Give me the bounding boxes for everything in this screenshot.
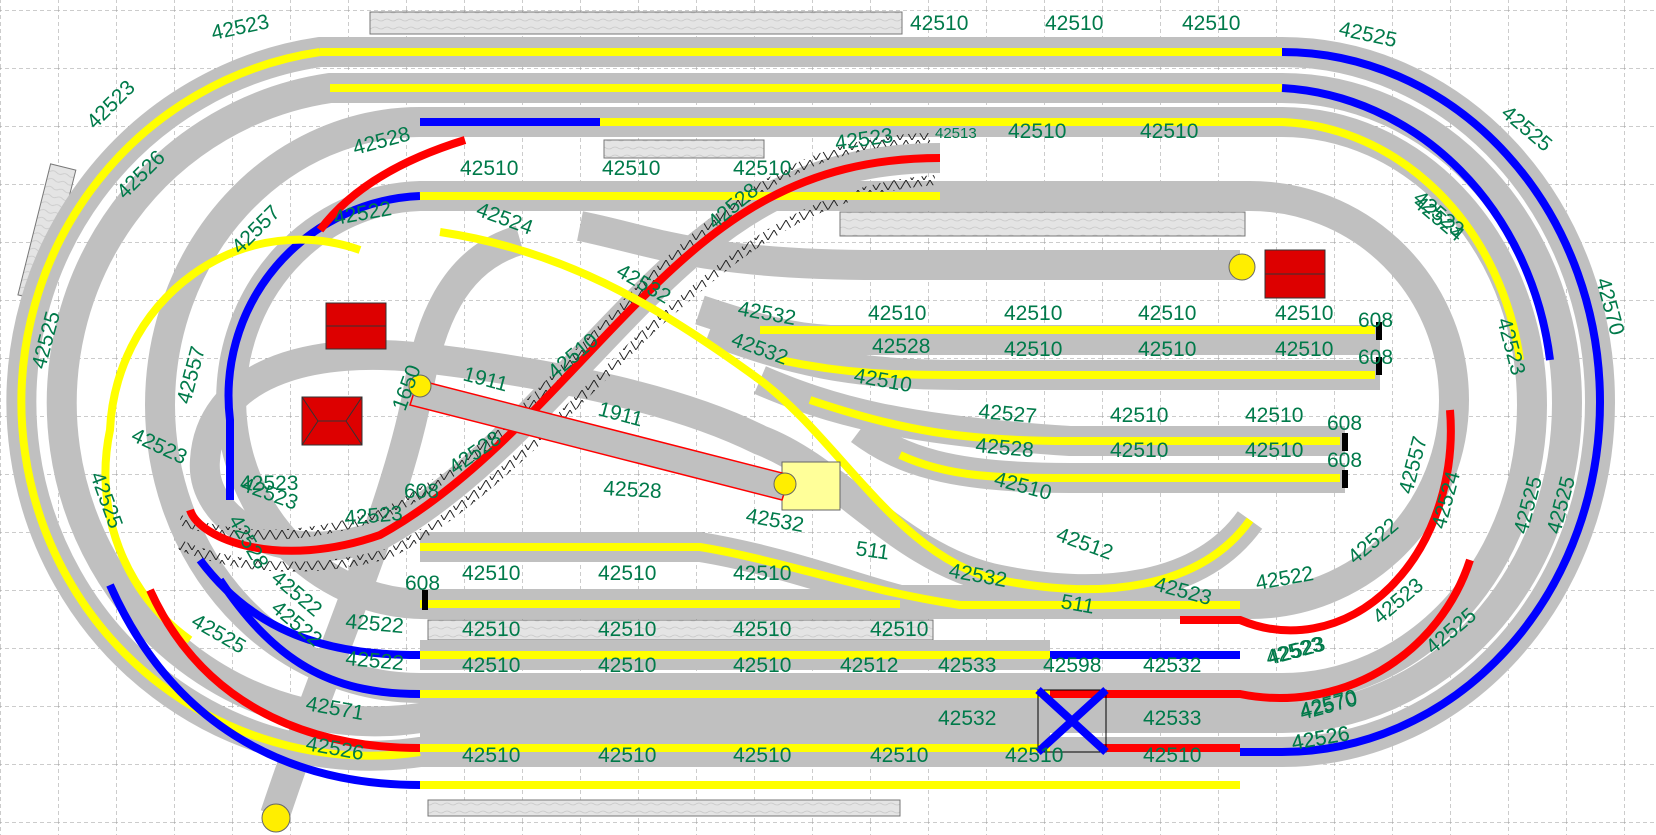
label-top-l2: 42510	[910, 12, 968, 35]
label-s1-1: 42510	[868, 302, 926, 325]
platform-bottom-3	[427, 799, 901, 817]
label-mid-6: 42510	[1140, 120, 1198, 143]
label-s3-3: 42510	[1245, 404, 1303, 427]
label-s4-4: 608	[1327, 449, 1362, 472]
label-s2-1: 42528	[872, 335, 930, 358]
label-b-21: 42512	[840, 654, 898, 677]
label-s4-3: 42510	[1245, 439, 1303, 462]
label-b-26: 42532	[938, 707, 996, 730]
buffer-turntable	[1228, 253, 1256, 281]
label-top-l4: 42510	[1182, 12, 1240, 35]
label-b-24: 42532	[1143, 654, 1201, 677]
label-s2-4: 42510	[1275, 338, 1333, 361]
label-b-19: 42510	[598, 654, 656, 677]
label-s1-4: 42510	[1275, 302, 1333, 325]
label-b-13: 42510	[733, 562, 791, 585]
platform-right-upper	[839, 211, 1246, 237]
label-s1-3: 42510	[1138, 302, 1196, 325]
platform-top	[369, 11, 903, 35]
label-b-20: 42510	[733, 654, 791, 677]
label-b-31: 42510	[733, 744, 791, 767]
label-s2-5: 608	[1358, 346, 1393, 369]
label-mid-3: 42510	[733, 157, 791, 180]
label-b-4: 511	[854, 537, 890, 564]
label-mid-2: 42510	[602, 157, 660, 180]
label-b-32: 42510	[870, 744, 928, 767]
label-b-30: 42510	[598, 744, 656, 767]
label-s3-4: 608	[1327, 412, 1362, 435]
label-b-11: 42510	[462, 562, 520, 585]
label-mid-7: 42513	[935, 125, 977, 142]
label-b-10: 608	[405, 572, 440, 595]
label-b-22: 42533	[938, 654, 996, 677]
label-b-23: 42598	[1043, 654, 1101, 677]
label-s1-2: 42510	[1004, 302, 1062, 325]
label-b-15: 42510	[598, 618, 656, 641]
platform-top-mid	[603, 139, 765, 159]
label-b-16: 42510	[733, 618, 791, 641]
label-top-l3: 42510	[1045, 12, 1103, 35]
label-mid-1: 42510	[460, 157, 518, 180]
label-bl-11: 608	[404, 480, 439, 503]
label-b-2: 42528	[603, 477, 663, 503]
label-b-33: 42510	[1005, 744, 1063, 767]
label-s3-2: 42510	[1110, 404, 1168, 427]
buffer-bottom-left	[261, 803, 291, 833]
label-b-27: 42533	[1143, 707, 1201, 730]
label-s4-2: 42510	[1110, 439, 1168, 462]
label-b-12: 42510	[598, 562, 656, 585]
label-mid-5: 42510	[1008, 120, 1066, 143]
label-s1-5: 608	[1358, 309, 1393, 332]
label-s2-2: 42510	[1004, 338, 1062, 361]
label-b-14: 42510	[462, 618, 520, 641]
label-s2-3: 42510	[1138, 338, 1196, 361]
label-b-29: 42510	[462, 744, 520, 767]
buffer-1911	[773, 472, 797, 496]
label-b-18: 42510	[462, 654, 520, 677]
label-b-34: 42510	[1143, 744, 1201, 767]
label-b-17: 42510	[870, 618, 928, 641]
track-layout-canvas: 42523 42510 42510 42510 42525 42525 4252…	[0, 0, 1656, 835]
